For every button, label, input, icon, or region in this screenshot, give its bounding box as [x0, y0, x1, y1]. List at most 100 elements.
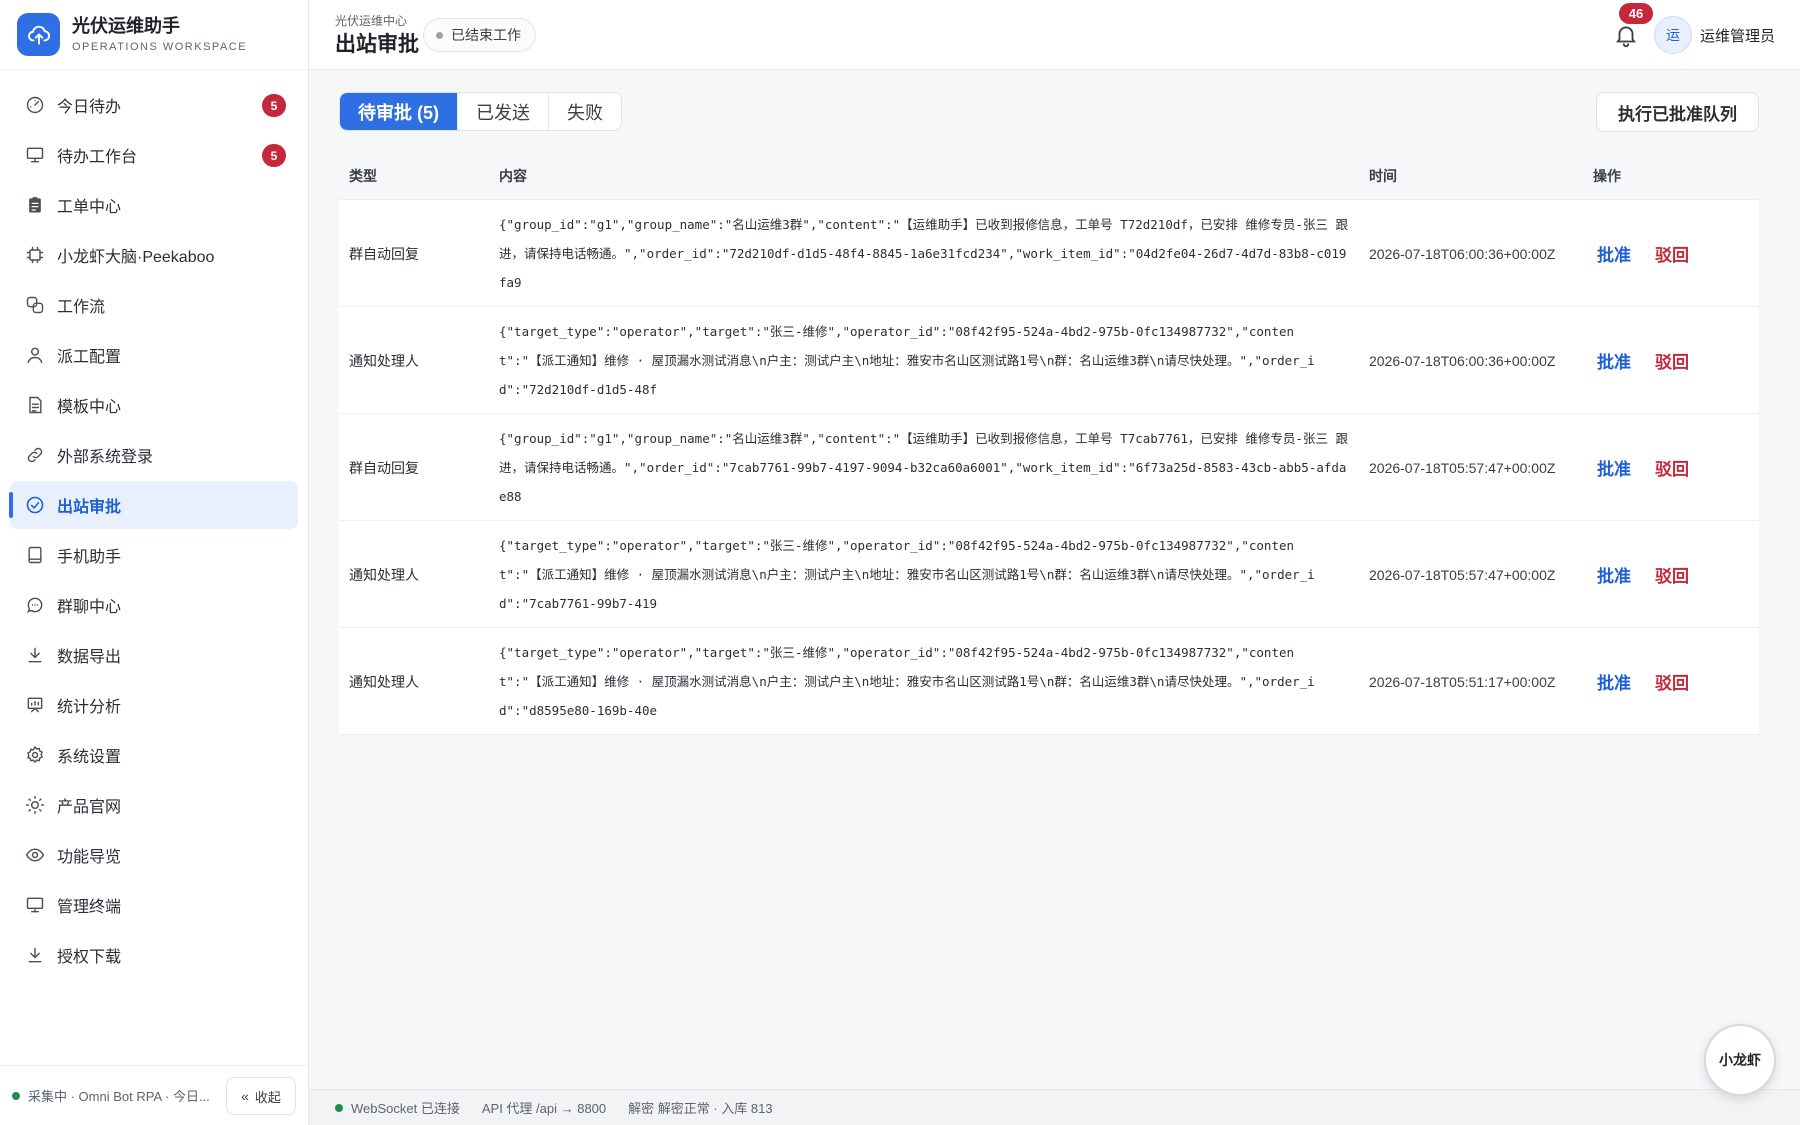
notification-count-badge: 46 — [1619, 3, 1653, 24]
row-actions: 批准 驳回 — [1597, 307, 1689, 414]
sidebar-item-group-chat[interactable]: 群聊中心 — [10, 581, 298, 629]
row-type: 群自动回复 — [349, 459, 419, 476]
username[interactable]: 运维管理员 — [1700, 25, 1775, 46]
approve-button[interactable]: 批准 — [1597, 241, 1631, 266]
sidebar-item-label: 模板中心 — [57, 399, 122, 416]
sidebar-item-work-orders[interactable]: 工单中心 — [10, 181, 298, 229]
sidebar-item-settings[interactable]: 系统设置 — [10, 731, 298, 779]
user-icon — [24, 344, 46, 366]
reject-button[interactable]: 驳回 — [1655, 455, 1689, 480]
row-content: {"target_type":"operator","target":"张三-维… — [499, 538, 1315, 611]
sidebar-item-label: 管理终端 — [57, 899, 122, 916]
tablet-icon — [24, 544, 46, 566]
sidebar-item-label: 待办工作台 — [57, 149, 138, 166]
row-time: 2026-07-18T06:00:36+00:00Z — [1369, 245, 1556, 262]
sidebar-item-today-todo[interactable]: 今日待办 5 — [10, 81, 298, 129]
brand-subtitle: OPERATIONS WORKSPACE — [72, 40, 248, 53]
approve-button[interactable]: 批准 — [1597, 669, 1631, 694]
approve-button[interactable]: 批准 — [1597, 348, 1631, 373]
sidebar-footer: 采集中 · Omni Bot RPA · 今日... « 收起 — [0, 1065, 308, 1125]
work-status-badge[interactable]: 已结束工作 — [423, 18, 536, 52]
sidebar-item-todo-workbench[interactable]: 待办工作台 5 — [10, 131, 298, 179]
sun-icon — [24, 794, 46, 816]
approve-button[interactable]: 批准 — [1597, 562, 1631, 587]
sidebar-item-label: 授权下载 — [57, 949, 122, 966]
column-header-type: 类型 — [349, 167, 377, 184]
sidebar-item-templates[interactable]: 模板中心 — [10, 381, 298, 429]
row-type: 通知处理人 — [349, 352, 419, 369]
reject-button[interactable]: 驳回 — [1655, 348, 1689, 373]
tab-pending[interactable]: 待审批 (5) — [340, 93, 457, 130]
status-bar: WebSocket 已连接 API 代理 /api → 8800 解密 解密正常… — [309, 1089, 1800, 1125]
reject-button[interactable]: 驳回 — [1655, 669, 1689, 694]
sidebar-item-data-export[interactable]: 数据导出 — [10, 631, 298, 679]
eye-icon — [24, 844, 46, 866]
sidebar-item-feature-tour[interactable]: 功能导览 — [10, 831, 298, 879]
terminal-icon — [24, 894, 46, 916]
row-actions: 批准 驳回 — [1597, 200, 1689, 307]
api-proxy-status: API 代理 /api → 8800 — [481, 1101, 607, 1116]
tab-sent[interactable]: 已发送 — [457, 93, 548, 130]
breadcrumb: 光伏运维中心 — [335, 14, 408, 28]
reject-button[interactable]: 驳回 — [1655, 241, 1689, 266]
row-actions: 批准 驳回 — [1597, 521, 1689, 628]
sidebar-item-label: 今日待办 — [57, 99, 122, 116]
bell-icon[interactable] — [1613, 22, 1639, 48]
sidebar-item-dispatch-config[interactable]: 派工配置 — [10, 331, 298, 379]
table-row: 通知处理人 {"target_type":"operator","target"… — [339, 521, 1759, 628]
sidebar-item-statistics[interactable]: 统计分析 — [10, 681, 298, 729]
sidebar-item-external-login[interactable]: 外部系统登录 — [10, 431, 298, 479]
sidebar-item-label: 派工配置 — [57, 349, 122, 366]
collapse-label: 收起 — [254, 1089, 281, 1105]
assistant-float-button[interactable]: 小龙虾 — [1704, 1024, 1776, 1096]
count-badge: 5 — [262, 144, 286, 167]
clipboard-icon — [24, 194, 46, 216]
sidebar-item-license-download[interactable]: 授权下载 — [10, 931, 298, 979]
workflow-icon — [24, 294, 46, 316]
table-row: 通知处理人 {"target_type":"operator","target"… — [339, 307, 1759, 414]
work-status-text: 已结束工作 — [451, 27, 521, 43]
tab-failed[interactable]: 失败 — [548, 93, 621, 130]
download-icon — [24, 944, 46, 966]
sidebar-item-workflow[interactable]: 工作流 — [10, 281, 298, 329]
sidebar-item-admin-terminal[interactable]: 管理终端 — [10, 881, 298, 929]
row-time: 2026-07-18T05:51:17+00:00Z — [1369, 673, 1556, 690]
sidebar-nav: 今日待办 5 待办工作台 5 工单中心 小龙虾大脑·Peekaboo 工作流 派… — [0, 70, 308, 979]
table-row: 群自动回复 {"group_id":"g1","group_name":"名山运… — [339, 200, 1759, 307]
sidebar-item-label: 群聊中心 — [57, 599, 122, 616]
chip-icon — [24, 244, 46, 266]
gear-icon — [24, 744, 46, 766]
check-circle-icon — [24, 494, 46, 516]
run-approved-queue-button[interactable]: 执行已批准队列 — [1596, 92, 1759, 132]
collapse-sidebar-button[interactable]: « 收起 — [226, 1077, 296, 1115]
row-time: 2026-07-18T06:00:36+00:00Z — [1369, 352, 1556, 369]
collector-status: 采集中 · Omni Bot RPA · 今日... — [12, 1086, 222, 1105]
page-title: 出站审批 — [335, 33, 419, 56]
download-icon — [24, 644, 46, 666]
sidebar-item-outbound-approval[interactable]: 出站审批 — [9, 481, 298, 529]
status-dot — [335, 1103, 343, 1112]
sidebar-item-label: 工作流 — [57, 299, 106, 316]
sidebar-item-label: 工单中心 — [57, 199, 122, 216]
brand: 光伏运维助手 OPERATIONS WORKSPACE — [0, 0, 308, 70]
row-content: {"group_id":"g1","group_name":"名山运维3群","… — [499, 217, 1348, 290]
sidebar-item-label: 系统设置 — [57, 749, 122, 766]
status-dot — [436, 31, 443, 39]
sidebar: 光伏运维助手 OPERATIONS WORKSPACE 今日待办 5 待办工作台… — [0, 0, 309, 1125]
table-row: 群自动回复 {"group_id":"g1","group_name":"名山运… — [339, 414, 1759, 521]
row-type: 通知处理人 — [349, 566, 419, 583]
monitor-icon — [24, 144, 46, 166]
sidebar-item-product-site[interactable]: 产品官网 — [10, 781, 298, 829]
chat-icon — [24, 594, 46, 616]
avatar[interactable]: 运 — [1654, 16, 1692, 54]
collector-status-text: 采集中 · Omni Bot RPA · 今日... — [28, 1089, 210, 1104]
sidebar-item-label: 统计分析 — [57, 699, 122, 716]
sidebar-item-mobile-assistant[interactable]: 手机助手 — [10, 531, 298, 579]
link-icon — [24, 444, 46, 466]
column-header-time: 时间 — [1369, 167, 1397, 184]
approve-button[interactable]: 批准 — [1597, 455, 1631, 480]
sidebar-item-peekaboo[interactable]: 小龙虾大脑·Peekaboo — [10, 231, 298, 279]
reject-button[interactable]: 驳回 — [1655, 562, 1689, 587]
sidebar-item-label: 外部系统登录 — [57, 449, 154, 466]
decrypt-status: 解密 解密正常 · 入库 813 — [628, 1101, 773, 1116]
